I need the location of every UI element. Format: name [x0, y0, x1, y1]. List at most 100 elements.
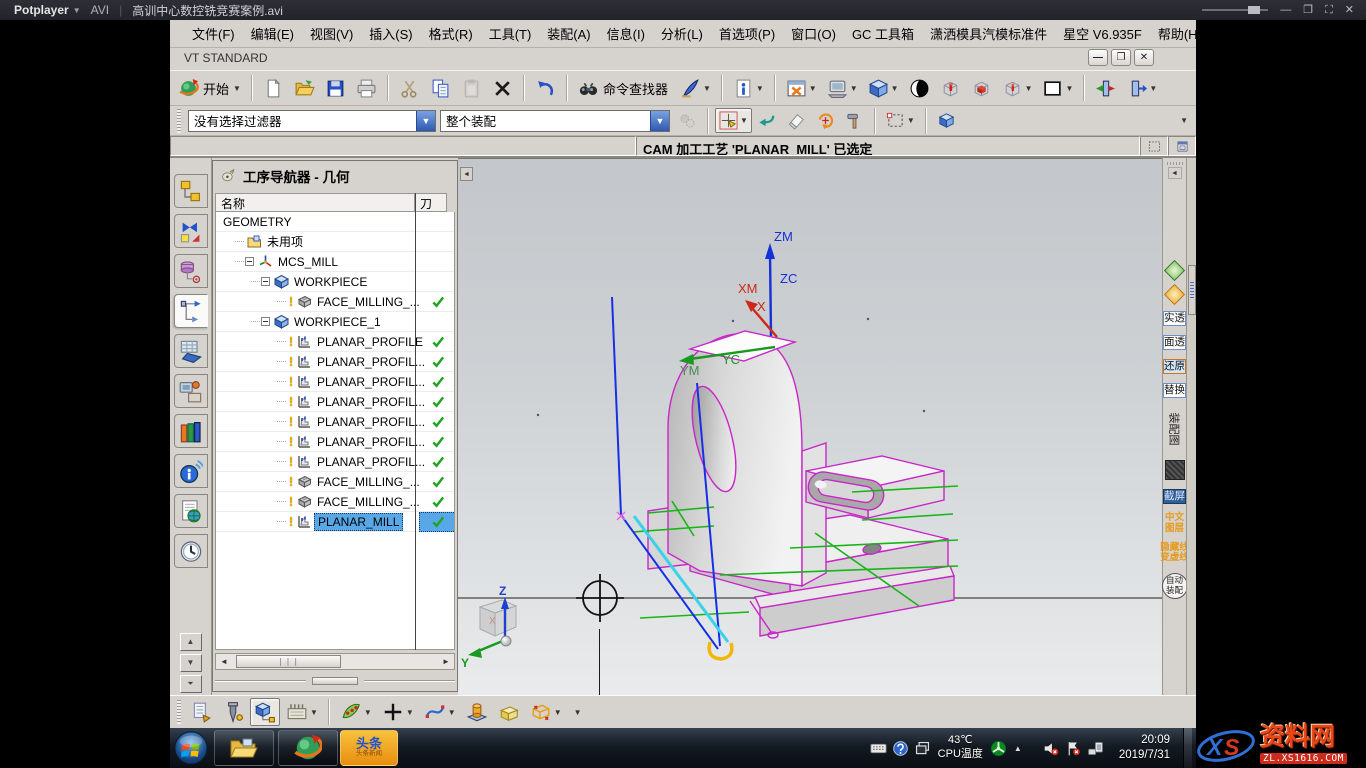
potplayer-menu-button[interactable]: Potplayer ▼: [14, 3, 81, 17]
solid-select-button[interactable]: [933, 108, 960, 133]
clock[interactable]: 20:09 2019/7/31: [1119, 733, 1170, 763]
render-style-button[interactable]: [905, 75, 934, 102]
minimize-button[interactable]: —: [1280, 5, 1291, 16]
tree-row-planar-profil-[interactable]: !PLANAR_PROFIL...: [216, 452, 454, 472]
show-wcs-button[interactable]: [936, 75, 965, 102]
menu-item-2[interactable]: 视图(V): [302, 21, 361, 46]
tree-row-face-milling-[interactable]: !FACE_MILLING_...: [216, 492, 454, 512]
open-button[interactable]: [290, 75, 319, 102]
scroll-right-icon[interactable]: ►: [438, 654, 454, 669]
toolbar-grip[interactable]: [1167, 162, 1183, 165]
tree-row-geometry[interactable]: GEOMETRY: [216, 212, 454, 232]
point-set-button[interactable]: ▼: [336, 698, 376, 726]
tree-row-face-milling-[interactable]: !FACE_MILLING_...: [216, 292, 454, 312]
undo-button[interactable]: [531, 75, 560, 102]
history-tab[interactable]: [174, 534, 208, 568]
internet-explorer-tab[interactable]: [174, 494, 208, 528]
rect-select-button[interactable]: ▼: [882, 108, 919, 133]
reuse-library-tab[interactable]: [174, 414, 208, 448]
menu-item-8[interactable]: 分析(L): [653, 21, 711, 46]
program-order-view-button[interactable]: [186, 698, 216, 726]
face-translucent-button[interactable]: 面透: [1163, 335, 1186, 350]
restore-tray-icon[interactable]: [914, 740, 931, 757]
command-finder-button[interactable]: 命令查找器: [574, 75, 674, 102]
paste-button[interactable]: [457, 75, 486, 102]
background-color-button[interactable]: ▼: [1038, 75, 1077, 102]
information-button[interactable]: ▼: [729, 75, 768, 102]
collapse-icon[interactable]: [261, 317, 270, 326]
menu-item-11[interactable]: GC 工具箱: [844, 21, 922, 46]
new-button[interactable]: [259, 75, 288, 102]
print-button[interactable]: [352, 75, 381, 102]
enter-drafting-button[interactable]: ▼: [1122, 75, 1161, 102]
graphics-viewport[interactable]: ◄: [458, 158, 1162, 695]
hidden-line-button[interactable]: 隐藏线变虚线: [1160, 543, 1189, 564]
select-point-button[interactable]: ▼: [715, 108, 752, 133]
hd3d-tools-tab[interactable]: [174, 454, 208, 488]
volume-slider[interactable]: [1202, 9, 1268, 11]
toutiao-taskbar-button[interactable]: 头条 头条新闻: [340, 730, 398, 766]
menu-item-4[interactable]: 格式(R): [421, 21, 481, 46]
volume-slider-thumb[interactable]: [1248, 6, 1260, 14]
cylinder-button[interactable]: [462, 698, 492, 726]
tree-row-planar-mill[interactable]: !PLANAR_MILL: [216, 512, 454, 532]
column-name[interactable]: 名称: [215, 193, 415, 212]
tree-row-planar-profile[interactable]: !PLANAR_PROFILE: [216, 332, 454, 352]
machining-method-view-button[interactable]: ▼: [282, 698, 322, 726]
enter-modeling-button[interactable]: [1091, 75, 1120, 102]
restore-button[interactable]: 还原: [1163, 359, 1186, 374]
tree-row-mcs-mill[interactable]: MCS_MILL: [216, 252, 454, 272]
assembly-navigator-tab[interactable]: [174, 174, 208, 208]
tree-row-planar-profil-[interactable]: !PLANAR_PROFIL...: [216, 412, 454, 432]
bounding-body-button[interactable]: ▼: [526, 698, 566, 726]
menu-item-7[interactable]: 信息(I): [599, 21, 653, 46]
tools-button[interactable]: [841, 108, 868, 133]
tree-row-planar-profil-[interactable]: !PLANAR_PROFIL...: [216, 372, 454, 392]
point-button[interactable]: ▼: [378, 698, 418, 726]
cut-button[interactable]: [395, 75, 424, 102]
nx-taskbar-button[interactable]: [278, 730, 338, 766]
start-button[interactable]: [170, 728, 212, 768]
tree-row-planar-profil-[interactable]: !PLANAR_PROFIL...: [216, 432, 454, 452]
solid-translucent-button[interactable]: 实透: [1163, 311, 1186, 326]
tree-row--[interactable]: 未用项: [216, 232, 454, 252]
selection-filter-dropdown[interactable]: 没有选择过滤器 ▼: [188, 110, 436, 132]
machine-tool-navigator-tab[interactable]: [174, 334, 208, 368]
scrollbar-thumb[interactable]: [1188, 265, 1196, 315]
tree-row-workpiece[interactable]: WORKPIECE: [216, 272, 454, 292]
fan-tray-icon[interactable]: [990, 740, 1007, 757]
operation-navigator-tab[interactable]: [174, 294, 208, 328]
menu-item-13[interactable]: 星空 V6.935F: [1055, 21, 1150, 46]
shaded-view-button[interactable]: ▼: [864, 75, 903, 102]
toolbar-overflow-icon[interactable]: ▼: [1180, 116, 1188, 125]
tray-expand-icon[interactable]: ▲: [1014, 744, 1022, 753]
diamond-orange-button[interactable]: [1164, 284, 1185, 305]
scrollbar-thumb[interactable]: ❘❘❘: [236, 655, 341, 668]
flag-tray-icon[interactable]: [1065, 740, 1082, 757]
rotate-center-target[interactable]: [576, 574, 624, 622]
keyboard-tray-icon[interactable]: [870, 740, 887, 757]
fullscreen-button[interactable]: ⛶: [1325, 5, 1333, 16]
menu-item-9[interactable]: 首选项(P): [711, 21, 783, 46]
integrated-browser-tab[interactable]: [174, 374, 208, 408]
toolbar-grip[interactable]: [177, 109, 181, 133]
menu-item-12[interactable]: 潇洒模具汽模标准件: [922, 21, 1055, 46]
gutter-handle[interactable]: [312, 677, 358, 685]
toolbar-grip[interactable]: [177, 700, 181, 724]
geometry-view-button[interactable]: [250, 698, 280, 726]
display-mode-button[interactable]: ▼: [823, 75, 862, 102]
nx-close-button[interactable]: ✕: [1134, 49, 1154, 66]
chevron-down-icon[interactable]: ▼: [416, 111, 435, 131]
prompt-cell-icon[interactable]: [1140, 136, 1168, 156]
explorer-taskbar-button[interactable]: [214, 730, 274, 766]
diamond-green-button[interactable]: [1164, 260, 1185, 281]
collapse-icon[interactable]: [245, 257, 254, 266]
chinese-layer-button[interactable]: 中文图层: [1165, 513, 1184, 534]
chevron-down-icon[interactable]: ▼: [650, 111, 669, 131]
orient-button[interactable]: [812, 108, 839, 133]
selection-scope-dropdown[interactable]: 整个装配 ▼: [440, 110, 670, 132]
scroll-left-icon[interactable]: ◄: [216, 654, 232, 669]
machine-tool-view-button[interactable]: [218, 698, 248, 726]
menu-item-6[interactable]: 装配(A): [539, 21, 598, 46]
scroll-down-icon[interactable]: ▼: [180, 654, 202, 672]
